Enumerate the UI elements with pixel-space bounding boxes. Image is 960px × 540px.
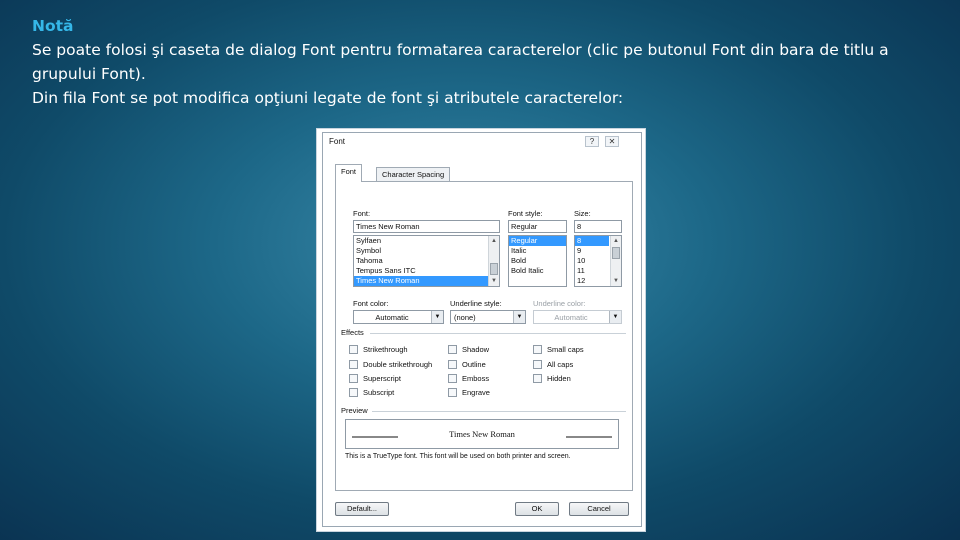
list-item-selected[interactable]: Regular xyxy=(509,236,566,246)
underline-style-label: Underline style: xyxy=(450,299,502,308)
chevron-down-icon[interactable]: ▼ xyxy=(431,311,443,323)
close-button[interactable]: ✕ xyxy=(605,136,619,147)
scroll-up-icon[interactable]: ▲ xyxy=(489,236,499,246)
slide-line-1: Se poate folosi şi caseta de dialog Font… xyxy=(32,41,889,83)
chevron-down-icon[interactable]: ▼ xyxy=(513,311,525,323)
divider xyxy=(370,333,626,334)
preview-line xyxy=(566,436,612,438)
underline-color-dropdown: Automatic ▼ xyxy=(533,310,622,324)
divider xyxy=(372,411,626,412)
slide-line-2: Din fila Font se pot modifica opţiuni le… xyxy=(32,89,624,107)
size-label: Size: xyxy=(574,209,591,218)
list-item-selected[interactable]: Times New Roman xyxy=(354,276,499,286)
list-item[interactable]: Italic xyxy=(509,246,566,256)
scrollbar[interactable]: ▲ ▼ xyxy=(488,236,499,286)
help-button[interactable]: ? xyxy=(585,136,599,147)
effects-label: Effects xyxy=(341,328,364,337)
list-item[interactable]: Bold Italic xyxy=(509,266,566,276)
font-style-label: Font style: xyxy=(508,209,543,218)
font-name-list[interactable]: Sylfaen Symbol Tahoma Tempus Sans ITC Ti… xyxy=(353,235,500,287)
slide-heading: Notă xyxy=(32,17,74,35)
list-item-selected[interactable]: 8 xyxy=(575,236,609,246)
font-style-list[interactable]: Regular Italic Bold Bold Italic xyxy=(508,235,567,287)
list-item[interactable]: Sylfaen xyxy=(354,236,499,246)
scroll-up-icon[interactable]: ▲ xyxy=(611,236,621,246)
font-color-value: Automatic xyxy=(375,313,409,322)
slide-text: Notă Se poate folosi şi caseta de dialog… xyxy=(32,14,942,110)
tab-font[interactable]: Font xyxy=(335,164,363,182)
font-label: Font: xyxy=(353,209,371,218)
chevron-down-icon: ▼ xyxy=(609,311,621,323)
cancel-button[interactable]: Cancel xyxy=(569,502,629,516)
font-dialog: Font ? ✕ Font Character Spacing Font: Ti… xyxy=(322,132,642,527)
list-item[interactable]: Bold xyxy=(509,256,566,266)
dialog-title: Font xyxy=(329,137,346,146)
scroll-down-icon[interactable]: ▼ xyxy=(611,276,621,286)
underline-style-dropdown[interactable]: (none) ▼ xyxy=(450,310,526,324)
scroll-thumb[interactable] xyxy=(612,247,620,259)
scroll-thumb[interactable] xyxy=(490,263,498,275)
default-button[interactable]: Default... xyxy=(335,502,389,516)
list-item[interactable]: Symbol xyxy=(354,246,499,256)
font-color-dropdown[interactable]: Automatic ▼ xyxy=(353,310,444,324)
size-input[interactable]: 8 xyxy=(574,220,622,233)
scroll-down-icon[interactable]: ▼ xyxy=(489,276,499,286)
list-item[interactable]: Tahoma xyxy=(354,256,499,266)
preview-box: Times New Roman xyxy=(345,419,619,449)
underline-style-value: (none) xyxy=(454,313,476,322)
truetype-note: This is a TrueType font. This font will … xyxy=(345,453,571,460)
preview-label: Preview xyxy=(341,406,368,415)
scrollbar[interactable]: ▲ ▼ xyxy=(610,236,621,286)
ok-button[interactable]: OK xyxy=(515,502,559,516)
underline-color-value: Automatic xyxy=(554,313,588,322)
font-dialog-screenshot: Font ? ✕ Font Character Spacing Font: Ti… xyxy=(316,128,646,532)
font-name-input[interactable]: Times New Roman xyxy=(353,220,500,233)
list-item[interactable]: Tempus Sans ITC xyxy=(354,266,499,276)
tab-character-spacing[interactable]: Character Spacing xyxy=(376,167,451,182)
size-list[interactable]: 8 9 10 11 12 ▲ ▼ xyxy=(574,235,622,287)
font-color-label: Font color: xyxy=(353,299,389,308)
font-style-input[interactable]: Regular xyxy=(508,220,567,233)
underline-color-label: Underline color: xyxy=(533,299,586,308)
